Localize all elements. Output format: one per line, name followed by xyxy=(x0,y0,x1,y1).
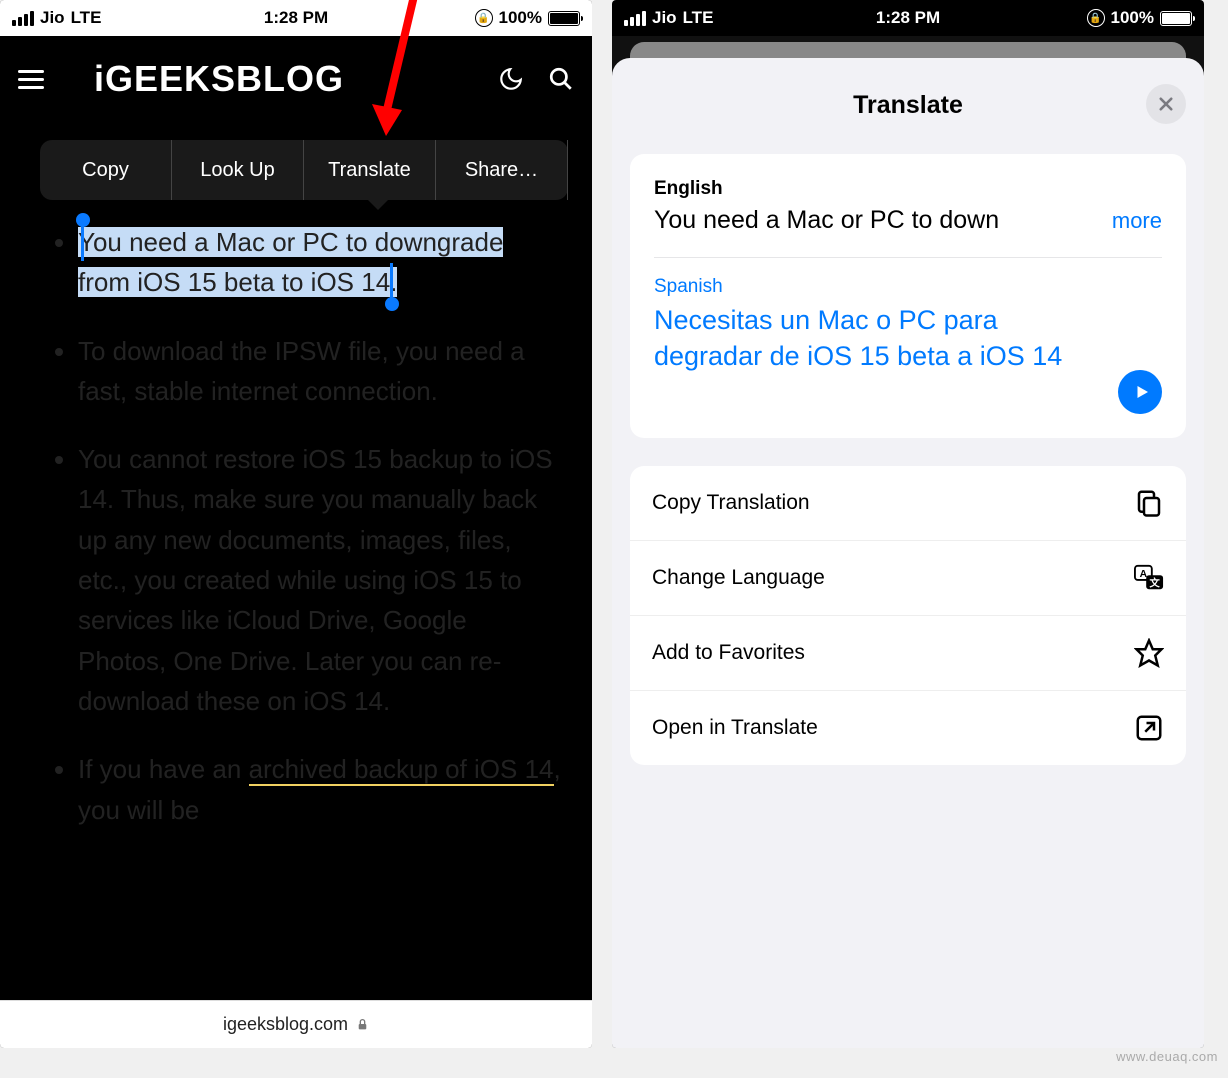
dark-mode-icon[interactable] xyxy=(498,66,524,92)
copy-menu-item[interactable]: Copy xyxy=(40,140,172,200)
signal-icon xyxy=(12,11,34,26)
phone-right: Jio LTE 1:28 PM 🔒 100% Translate English… xyxy=(612,0,1204,1048)
menu-button[interactable] xyxy=(18,70,44,89)
source-text: You need a Mac or PC to down xyxy=(654,206,1108,235)
close-button[interactable] xyxy=(1146,84,1186,124)
look-up-menu-item[interactable]: Look Up xyxy=(172,140,304,200)
star-icon xyxy=(1134,638,1164,668)
site-logo[interactable]: iGEEKSBLOG xyxy=(94,58,344,100)
article-content: You need a Mac or PC to downgrade from i… xyxy=(0,122,592,878)
play-button[interactable] xyxy=(1118,370,1162,414)
battery-icon xyxy=(1160,11,1192,26)
language-icon: A文 xyxy=(1134,563,1164,593)
change-language-item[interactable]: Change Language A文 xyxy=(630,541,1186,616)
selection-start-handle[interactable] xyxy=(76,213,90,227)
copy-icon xyxy=(1134,488,1164,518)
copy-translation-item[interactable]: Copy Translation xyxy=(630,466,1186,541)
carrier-label: Jio xyxy=(40,8,65,28)
divider xyxy=(654,257,1162,258)
play-icon xyxy=(1133,383,1151,401)
phone-left: Jio LTE 1:28 PM 🔒 100% iGEEKSBLOG Copy L… xyxy=(0,0,592,1048)
status-bar: Jio LTE 1:28 PM 🔒 100% xyxy=(612,0,1204,36)
more-button[interactable]: more xyxy=(1112,208,1162,234)
status-bar: Jio LTE 1:28 PM 🔒 100% xyxy=(0,0,592,36)
selection-end-handle[interactable] xyxy=(385,297,399,311)
translate-sheet: Translate English You need a Mac or PC t… xyxy=(612,58,1204,1048)
domain-label: igeeksblog.com xyxy=(223,1014,348,1035)
selected-text[interactable]: You need a Mac or PC to downgrade from i… xyxy=(78,227,503,297)
site-header: iGEEKSBLOG xyxy=(0,36,592,122)
text-selection-menu: Copy Look Up Translate Share… xyxy=(40,140,568,200)
clock: 1:28 PM xyxy=(264,8,328,28)
search-icon[interactable] xyxy=(548,66,574,92)
address-bar[interactable]: igeeksblog.com xyxy=(0,1000,592,1048)
lock-icon xyxy=(356,1018,369,1031)
clock: 1:28 PM xyxy=(876,8,940,28)
svg-text:文: 文 xyxy=(1148,576,1160,589)
list-item: If you have an archived backup of iOS 14… xyxy=(78,749,562,830)
rotation-lock-icon: 🔒 xyxy=(1087,9,1105,27)
open-in-translate-item[interactable]: Open in Translate xyxy=(630,691,1186,765)
translation-card: English You need a Mac or PC to down mor… xyxy=(630,154,1186,438)
watermark: www.deuaq.com xyxy=(1116,1049,1218,1064)
article-link[interactable]: archived backup of iOS 14 xyxy=(249,754,554,786)
carrier-label: Jio xyxy=(652,8,677,28)
list-item: You cannot restore iOS 15 backup to iOS … xyxy=(78,439,562,721)
network-label: LTE xyxy=(71,8,102,28)
target-language-label: Spanish xyxy=(654,276,1162,298)
add-to-favorites-item[interactable]: Add to Favorites xyxy=(630,616,1186,691)
share-menu-item[interactable]: Share… xyxy=(436,140,568,200)
battery-pct: 100% xyxy=(1111,8,1154,28)
close-icon xyxy=(1157,95,1175,113)
battery-pct: 100% xyxy=(499,8,542,28)
translate-menu-item[interactable]: Translate xyxy=(304,140,436,200)
rotation-lock-icon: 🔒 xyxy=(475,9,493,27)
list-item: To download the IPSW file, you need a fa… xyxy=(78,331,562,412)
battery-icon xyxy=(548,11,580,26)
target-text: Necesitas un Mac o PC para degradar de i… xyxy=(654,302,1106,375)
network-label: LTE xyxy=(683,8,714,28)
signal-icon xyxy=(624,11,646,26)
action-list: Copy Translation Change Language A文 Add … xyxy=(630,466,1186,765)
list-item[interactable]: You need a Mac or PC to downgrade from i… xyxy=(78,222,562,303)
sheet-title: Translate xyxy=(853,91,963,120)
open-external-icon xyxy=(1134,713,1164,743)
source-language-label: English xyxy=(654,178,1162,200)
